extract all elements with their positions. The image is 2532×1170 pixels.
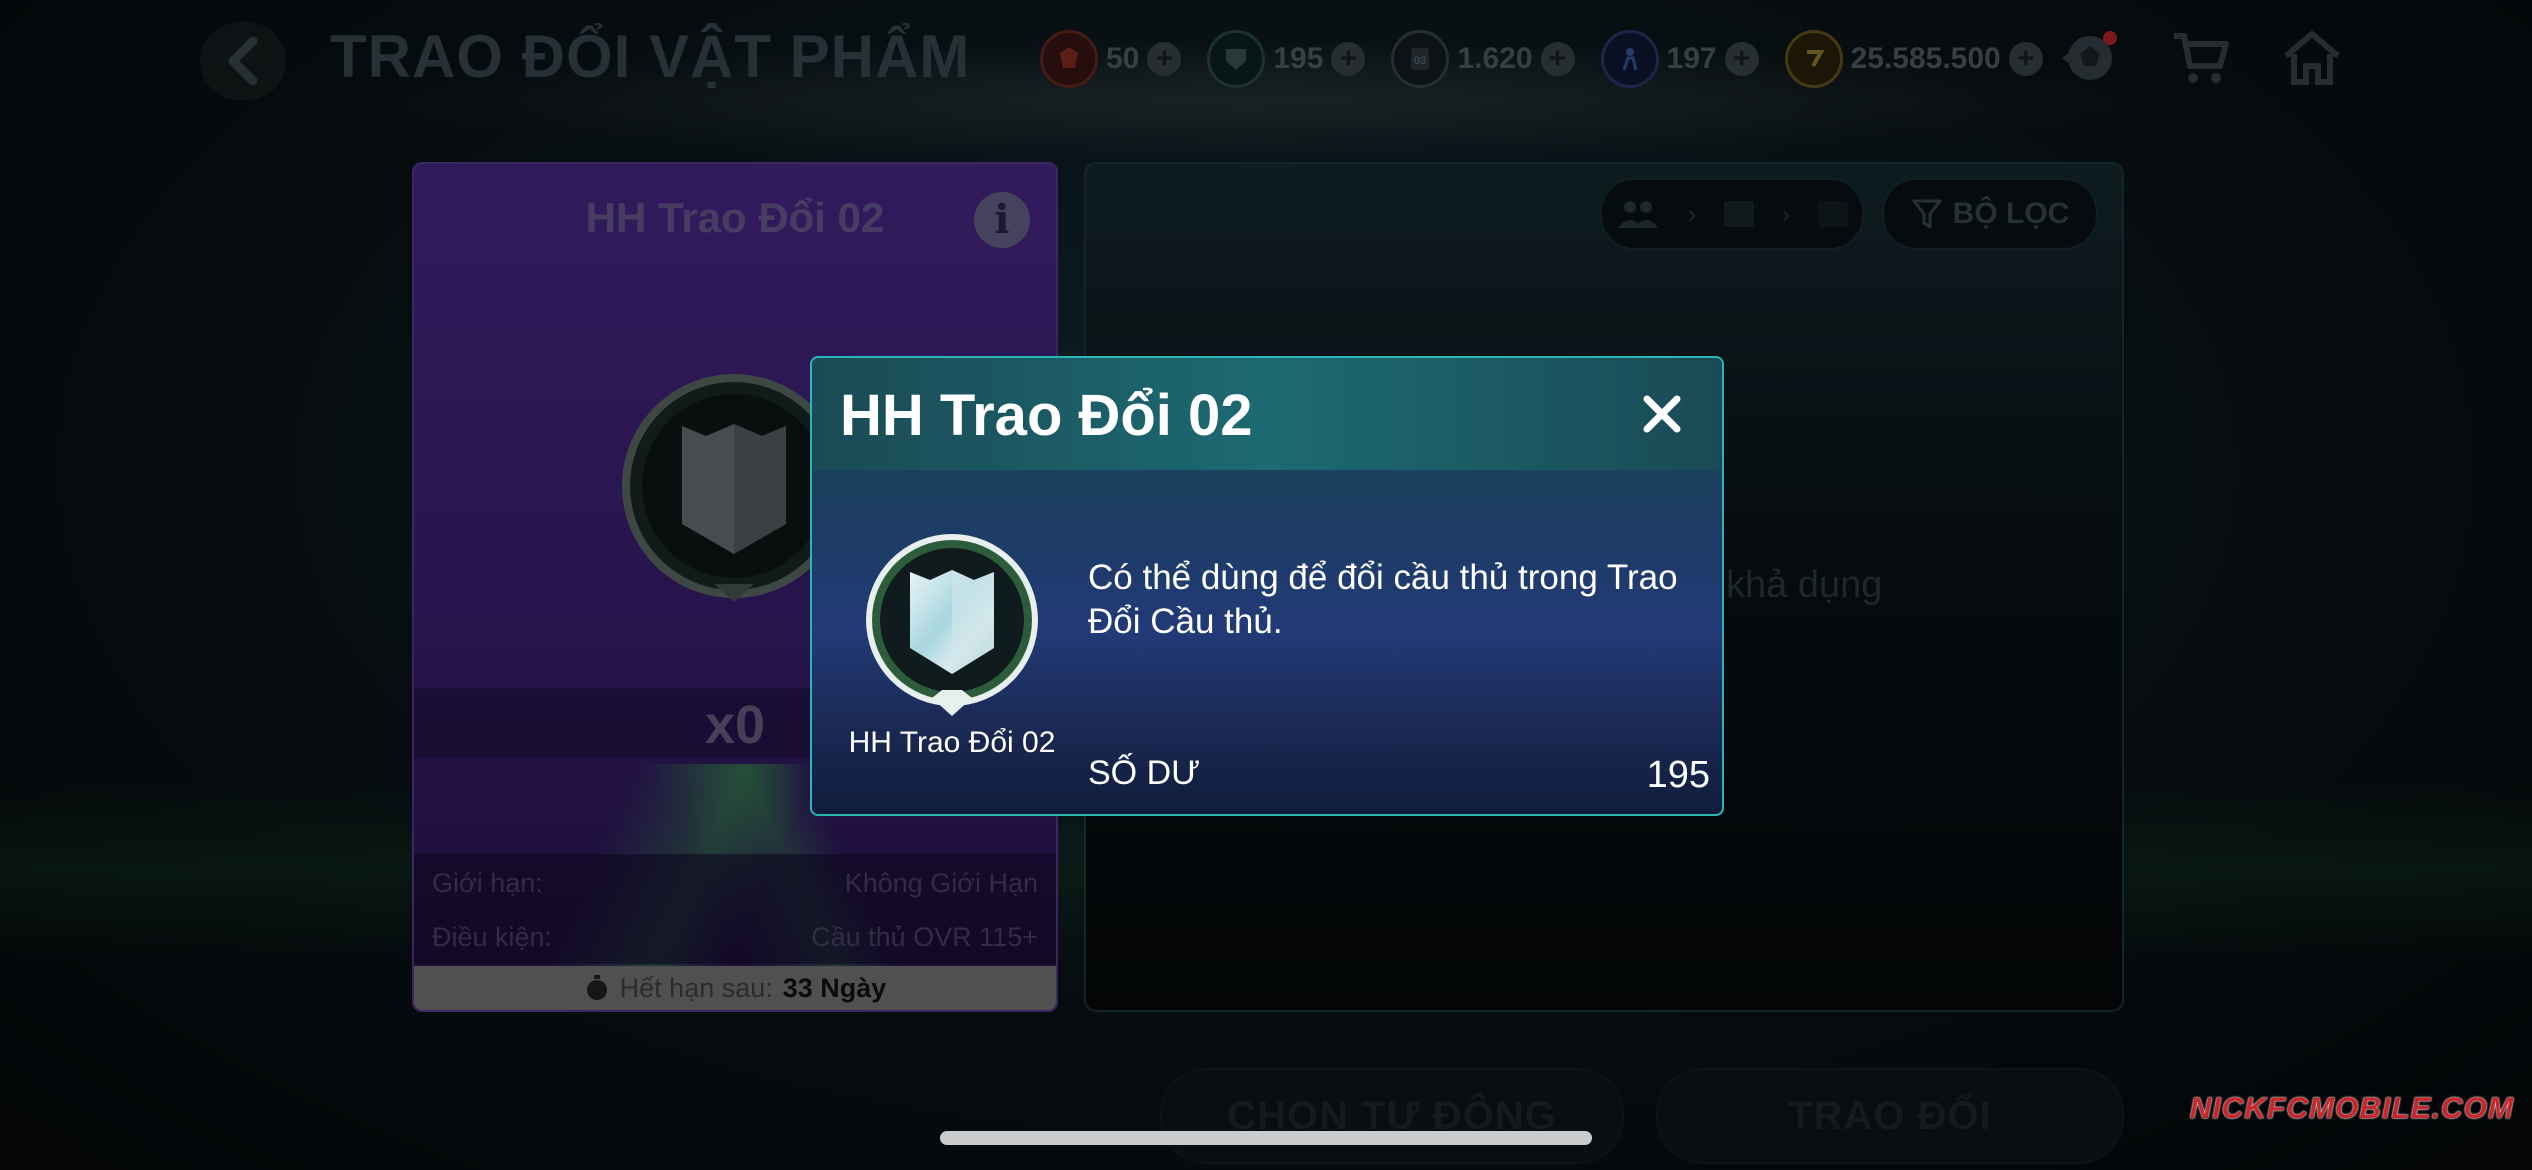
modal-title: HH Trao Đổi 02 xyxy=(840,383,1253,448)
watermark-logo: NICKFCMOBILE.COM xyxy=(2189,1092,2514,1125)
balance-value: 195 xyxy=(1646,754,1710,796)
item-description: Có thể dùng để đổi cầu thủ trong Trao Đổ… xyxy=(1088,558,1678,641)
exchange-badge-icon xyxy=(866,534,1038,716)
badge-label: HH Trao Đổi 02 xyxy=(848,726,1056,759)
close-button[interactable] xyxy=(1632,384,1692,444)
balance-label: SỐ DƯ xyxy=(1088,754,1201,792)
home-indicator[interactable] xyxy=(940,1131,1592,1145)
close-icon xyxy=(1643,395,1681,433)
item-info-modal: HH Trao Đổi 02 HH Trao Đổi 02 Có thể dùn… xyxy=(810,356,1724,816)
